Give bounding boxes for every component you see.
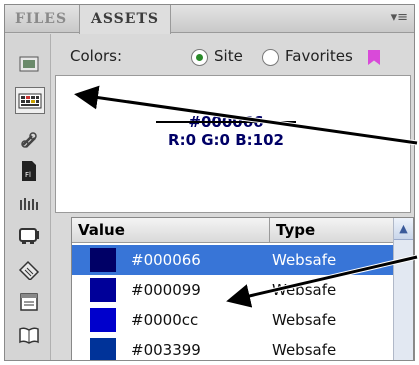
row-hex-value: #000099 — [131, 281, 201, 299]
color-preview-text: #000066 R:0 G:0 B:102 — [156, 113, 296, 149]
row-type: Websafe — [272, 281, 337, 299]
radio-selected-dot — [196, 54, 203, 61]
tab-files[interactable]: FILES — [5, 5, 77, 33]
row-hex-value: #003399 — [131, 341, 201, 359]
asset-category-sidebar: Fl — [5, 34, 51, 360]
favorites-bookmark-icon — [368, 50, 380, 65]
color-list-table: Value Type #000066 Websafe #000099 Websa… — [71, 217, 414, 360]
urls-icon[interactable] — [18, 130, 40, 150]
scroll-up-icon[interactable]: ▲ — [394, 218, 413, 240]
tab-assets[interactable]: ASSETS — [79, 5, 171, 34]
site-radio-label[interactable]: Site — [214, 47, 243, 65]
colors-label: Colors: — [70, 47, 123, 65]
preview-rgb-value: R:0 G:0 B:102 — [168, 131, 284, 149]
arrow-overlap-line — [156, 121, 296, 123]
color-swatch — [90, 248, 116, 272]
vertical-scrollbar[interactable]: ▲ — [393, 218, 413, 360]
table-header: Value Type — [72, 218, 395, 243]
movies-icon[interactable] — [18, 225, 40, 245]
colors-filter-row: Colors: Site Favorites — [55, 43, 411, 71]
shockwave-icon[interactable] — [18, 194, 40, 214]
colors-icon[interactable] — [15, 87, 45, 114]
color-swatch — [90, 338, 116, 360]
row-type: Websafe — [272, 341, 337, 359]
panel-tab-bar: FILES ASSETS ▾≡ — [5, 5, 414, 34]
column-header-type[interactable]: Type — [269, 218, 315, 242]
svg-text:Fl: Fl — [25, 171, 31, 179]
flash-icon[interactable]: Fl — [18, 161, 40, 181]
row-hex-value: #000066 — [131, 251, 201, 269]
favorites-radio-label[interactable]: Favorites — [285, 47, 353, 65]
color-swatch — [90, 278, 116, 302]
templates-icon[interactable] — [18, 292, 40, 312]
row-type: Websafe — [272, 311, 337, 329]
column-header-value[interactable]: Value — [78, 221, 125, 239]
site-radio[interactable] — [191, 49, 208, 66]
color-preview-pane: #000066 R:0 G:0 B:102 — [55, 75, 411, 213]
color-swatch — [90, 308, 116, 332]
table-row[interactable]: #0000cc Websafe — [72, 305, 395, 335]
images-icon[interactable] — [18, 54, 40, 74]
table-row[interactable]: #003399 Websafe — [72, 335, 395, 360]
assets-panel: FILES ASSETS ▾≡ Fl Colors: Site Favorite… — [4, 4, 415, 361]
table-row[interactable]: #000066 Websafe — [72, 245, 395, 275]
row-type: Websafe — [272, 251, 337, 269]
favorites-radio[interactable] — [262, 49, 279, 66]
library-icon[interactable] — [18, 325, 40, 345]
row-hex-value: #0000cc — [131, 311, 199, 329]
scripts-icon[interactable] — [18, 260, 40, 280]
table-row[interactable]: #000099 Websafe — [72, 275, 395, 305]
panel-options-menu-icon[interactable]: ▾≡ — [391, 11, 408, 25]
